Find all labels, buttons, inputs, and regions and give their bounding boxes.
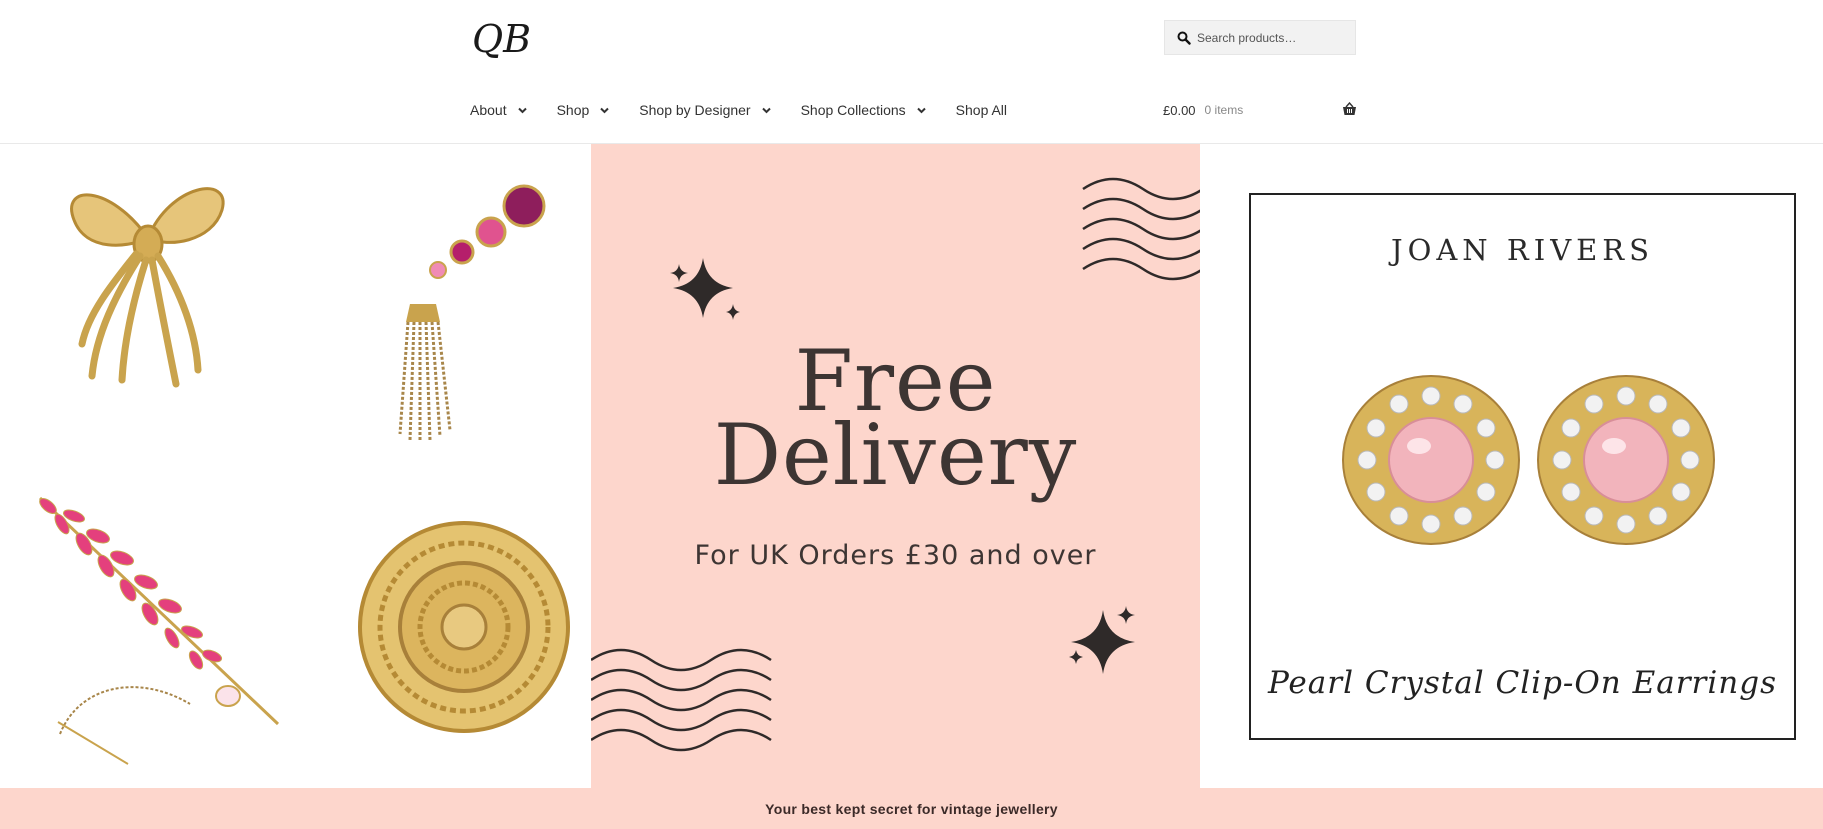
wave-lines-top (1082, 177, 1200, 281)
search-icon (1177, 31, 1191, 45)
nav-item-shop[interactable]: Shop (557, 102, 610, 118)
hero-banner[interactable]: Free Delivery For UK Orders £30 and over… (0, 144, 1823, 788)
pink-tassel-brooch-icon (398, 184, 546, 442)
pink-leaf-brooch-icon (38, 496, 280, 765)
nav-item-label: About (470, 102, 507, 118)
site-logo[interactable]: QB (470, 18, 540, 60)
gold-bow-brooch-icon (70, 187, 225, 388)
logo-text: QB (472, 18, 531, 60)
chevron-down-icon (761, 107, 771, 113)
cart-summary[interactable]: £0.00 0 items (1163, 100, 1357, 120)
nav-item-label: Shop (556, 102, 590, 118)
nav-item-about[interactable]: About (470, 102, 527, 118)
sparkle-icon (670, 258, 740, 320)
nav-item-label: Shop by Designer (639, 102, 751, 118)
nav-item-shop-collections[interactable]: Shop Collections (801, 102, 926, 118)
product-slide: JOAN RIVERS Pearl Crystal Clip-On Earrin… (1200, 144, 1823, 788)
tagline-strip: Your best kept secret for vintage jewell… (0, 788, 1823, 829)
promo-subtitle: For UK Orders £30 and over (694, 540, 1097, 571)
pearl-earrings-icon (1342, 375, 1715, 545)
cart-item-count: 0 items (1204, 103, 1244, 117)
search-input[interactable] (1197, 30, 1355, 45)
gold-flower-brooch-icon (358, 521, 570, 733)
nav-item-label: Shop All (955, 102, 1008, 118)
nav-item-label: Shop Collections (800, 102, 906, 118)
product-caption: Pearl Crystal Clip-On Earrings (1267, 665, 1778, 701)
product-search[interactable] (1164, 20, 1356, 55)
nav-item-shop-by-designer[interactable]: Shop by Designer (639, 102, 771, 118)
chevron-down-icon (916, 107, 926, 113)
sparkle-icon (1069, 606, 1135, 674)
brooch-collage-art (38, 184, 570, 765)
product-frame: JOAN RIVERS Pearl Crystal Clip-On Earrin… (1249, 193, 1796, 740)
promo-title-line2: Delivery (713, 406, 1078, 504)
free-delivery-slide: Free Delivery For UK Orders £30 and over (591, 144, 1200, 788)
basket-icon (1343, 102, 1356, 115)
chevron-down-icon (600, 107, 610, 113)
nav-item-shop-all[interactable]: Shop All (956, 102, 1007, 118)
chevron-down-icon (517, 107, 527, 113)
cart-amount: £0.00 (1163, 102, 1196, 118)
main-nav: About Shop Shop by Designer Shop Collect… (470, 100, 1037, 120)
brooch-collage (0, 144, 591, 788)
wave-lines-bottom (591, 648, 772, 752)
tagline-text: Your best kept secret for vintage jewell… (765, 800, 1058, 817)
brand-name: JOAN RIVERS (1390, 233, 1655, 267)
